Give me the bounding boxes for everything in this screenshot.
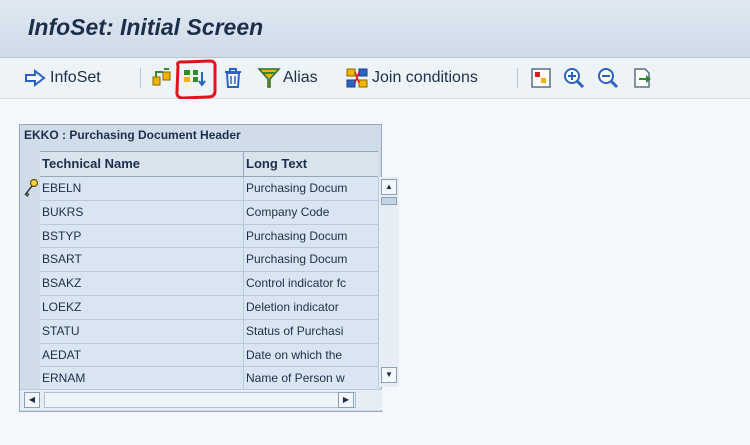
trash-icon: [222, 67, 244, 89]
table-row[interactable]: BSTYP Purchasing Docum: [40, 224, 378, 249]
export-button[interactable]: [632, 66, 654, 90]
infoset-label: InfoSet: [50, 69, 101, 86]
technical-name-cell: BSART: [40, 248, 244, 272]
vertical-scrollbar[interactable]: ▲ ▼: [378, 177, 399, 387]
table-header: Technical Name Long Text: [40, 151, 378, 177]
scroll-left-button[interactable]: ◀: [24, 392, 40, 408]
scroll-right-button[interactable]: ▶: [338, 392, 354, 408]
column-header-long-text[interactable]: Long Text: [244, 152, 378, 176]
infoset-button[interactable]: InfoSet: [24, 66, 101, 90]
table-row[interactable]: ERNAM Name of Person w: [40, 367, 378, 392]
scroll-up-button[interactable]: ▲: [381, 179, 397, 195]
technical-name-cell: LOEKZ: [40, 295, 244, 319]
long-text-cell: Purchasing Docum: [246, 252, 348, 267]
long-text-cell: Purchasing Docum: [246, 228, 348, 243]
column-header-technical-name[interactable]: Technical Name: [40, 152, 244, 176]
layout-icon: [530, 67, 552, 89]
toolbar: InfoSet Alias Join conditions: [0, 58, 750, 99]
technical-name-cell: EBELN: [40, 177, 244, 200]
table-row[interactable]: BUKRS Company Code: [40, 200, 378, 225]
field-grid: Technical Name Long Text EBELN Purchasin…: [40, 151, 378, 392]
long-text-cell: Date on which the: [246, 347, 343, 362]
arrow-right-icon: [24, 69, 46, 87]
key-icon: [22, 178, 40, 203]
title-bar: InfoSet: Initial Screen: [0, 0, 750, 58]
horizontal-scroll-track[interactable]: [44, 392, 356, 408]
scroll-thumb[interactable]: [381, 197, 397, 205]
long-text-cell: Status of Purchasi: [246, 323, 344, 338]
long-text-cell: Control indicator fc: [246, 276, 347, 291]
technical-name-cell: BSAKZ: [40, 272, 244, 295]
add-table-button[interactable]: [151, 66, 173, 90]
delete-button[interactable]: [222, 66, 244, 90]
technical-name-cell: STATU: [40, 319, 244, 343]
highlight-annotation: [172, 58, 218, 100]
table-row[interactable]: LOEKZ Deletion indicator: [40, 295, 378, 320]
table-row[interactable]: BSAKZ Control indicator fc: [40, 272, 378, 296]
alias-label: Alias: [283, 69, 318, 86]
technical-name-cell: AEDAT: [40, 343, 244, 367]
page-title: InfoSet: Initial Screen: [28, 14, 264, 40]
table-row[interactable]: BSART Purchasing Docum: [40, 248, 378, 273]
table-row[interactable]: STATU Status of Purchasi: [40, 319, 378, 344]
long-text-cell: Company Code: [246, 204, 330, 219]
zoom-out-button[interactable]: [597, 66, 619, 90]
scroll-down-button[interactable]: ▼: [381, 367, 397, 383]
technical-name-cell: ERNAM: [40, 367, 244, 391]
zoom-out-icon: [597, 67, 619, 89]
toolbar-separator: [517, 68, 518, 88]
table-row[interactable]: EBELN Purchasing Docum: [40, 177, 378, 201]
toolbar-separator: [140, 68, 141, 88]
add-table-icon: [151, 68, 173, 88]
table-panel: EKKO : Purchasing Document Header Techni…: [19, 124, 399, 412]
horizontal-scrollbar[interactable]: ◀ ▶: [20, 389, 382, 410]
join-conditions-icon: [345, 67, 371, 89]
join-conditions-button[interactable]: Join conditions: [345, 66, 478, 90]
long-text-cell: Name of Person w: [246, 371, 345, 386]
export-icon: [632, 67, 654, 89]
layout-button[interactable]: [530, 66, 552, 90]
table-row[interactable]: AEDAT Date on which the: [40, 343, 378, 368]
zoom-in-icon: [563, 67, 585, 89]
long-text-cell: Deletion indicator: [246, 299, 339, 314]
technical-name-cell: BSTYP: [40, 224, 244, 248]
table-title: EKKO : Purchasing Document Header: [24, 128, 241, 142]
long-text-cell: Purchasing Docum: [246, 181, 348, 195]
zoom-in-button[interactable]: [563, 66, 585, 90]
join-conditions-label: Join conditions: [372, 69, 478, 86]
alias-icon: [257, 67, 281, 89]
alias-button[interactable]: Alias: [257, 66, 318, 90]
technical-name-cell: BUKRS: [40, 200, 244, 224]
